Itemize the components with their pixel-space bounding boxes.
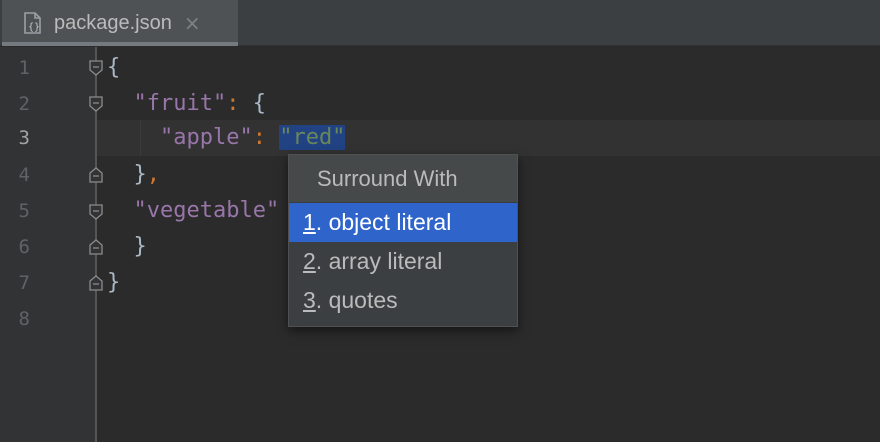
colon: : bbox=[252, 125, 266, 150]
fold-close-icon[interactable] bbox=[88, 275, 104, 291]
surround-with-popup: Surround With 1. object literal 2. array… bbox=[288, 154, 518, 327]
code-line-2: "fruit": { bbox=[107, 86, 266, 122]
brace: { bbox=[252, 91, 266, 116]
comma: , bbox=[146, 162, 160, 187]
json-file-icon: {} bbox=[22, 11, 44, 35]
svg-text:{}: {} bbox=[28, 22, 40, 33]
editor-tab-bar: {} package.json × bbox=[0, 0, 880, 46]
line-number-current: 3 bbox=[18, 127, 30, 149]
brace: } bbox=[133, 162, 147, 187]
colon: : bbox=[226, 91, 240, 116]
popup-item-label: . quotes bbox=[315, 287, 398, 313]
popup-item-object-literal[interactable]: 1. object literal bbox=[289, 203, 517, 242]
brace: { bbox=[107, 55, 121, 80]
fold-close-icon[interactable] bbox=[88, 167, 104, 183]
tab-label: package.json bbox=[54, 11, 172, 34]
line-number: 2 bbox=[18, 93, 30, 115]
code-line-6: } bbox=[107, 229, 147, 265]
json-key: "vegetable" bbox=[133, 198, 280, 223]
code-line-3: "apple": "red" bbox=[107, 120, 346, 156]
mnemonic: 2 bbox=[303, 248, 316, 274]
json-key: "fruit" bbox=[133, 91, 227, 116]
json-key: "apple" bbox=[159, 125, 253, 150]
code-line-5: "vegetable" bbox=[107, 193, 280, 229]
line-number: 7 bbox=[18, 272, 30, 294]
mnemonic: 1 bbox=[303, 209, 316, 235]
code-line-7: } bbox=[107, 265, 120, 301]
active-tab-indicator bbox=[2, 42, 238, 46]
line-number: 1 bbox=[18, 57, 30, 79]
line-number: 6 bbox=[18, 236, 30, 258]
code-line-4: }, bbox=[107, 157, 161, 193]
line-number: 8 bbox=[18, 308, 30, 330]
line-number-gutter: 1 2 3 4 5 6 7 8 bbox=[0, 47, 96, 442]
popup-item-quotes[interactable]: 3. quotes bbox=[289, 281, 517, 320]
close-icon[interactable]: × bbox=[184, 13, 201, 33]
brace: } bbox=[107, 270, 121, 295]
fold-close-icon[interactable] bbox=[88, 239, 104, 255]
tab-package-json[interactable]: {} package.json × bbox=[2, 0, 238, 46]
fold-open-icon[interactable] bbox=[88, 60, 104, 76]
selected-string-value[interactable]: "red" bbox=[279, 125, 346, 150]
line-number: 4 bbox=[18, 164, 30, 186]
line-number: 5 bbox=[18, 200, 30, 222]
popup-title: Surround With bbox=[289, 155, 517, 203]
popup-item-array-literal[interactable]: 2. array literal bbox=[289, 242, 517, 281]
code-line-1: { bbox=[107, 50, 120, 86]
mnemonic: 3 bbox=[303, 287, 316, 313]
popup-item-label: . array literal bbox=[315, 248, 443, 274]
brace: } bbox=[133, 234, 147, 259]
fold-open-icon[interactable] bbox=[88, 96, 104, 112]
popup-item-label: . object literal bbox=[315, 209, 452, 235]
fold-open-icon[interactable] bbox=[88, 204, 104, 220]
